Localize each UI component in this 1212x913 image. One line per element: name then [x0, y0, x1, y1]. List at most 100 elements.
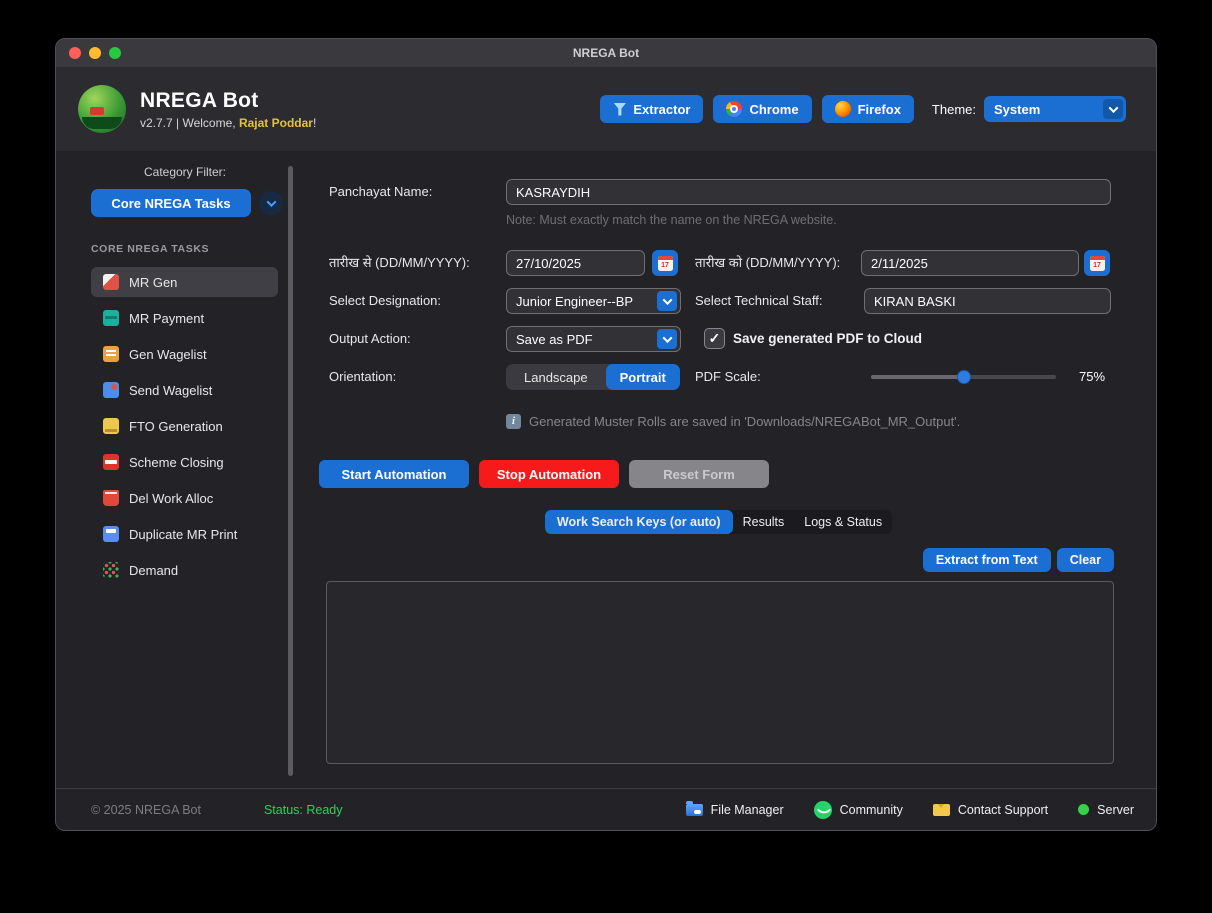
- close-window-button[interactable]: [69, 47, 81, 59]
- extractor-button[interactable]: Extractor: [600, 95, 704, 123]
- date-from-label: तारीख से (DD/MM/YYYY):: [329, 255, 470, 270]
- chevron-down-icon: [657, 329, 677, 349]
- copyright-text: © 2025 NREGA Bot: [91, 802, 201, 817]
- app-logo-icon: [78, 85, 126, 133]
- pdf-scale-slider[interactable]: [871, 364, 1056, 390]
- chrome-button[interactable]: Chrome: [713, 95, 812, 123]
- info-icon: i: [506, 414, 521, 429]
- date-to-input[interactable]: [861, 250, 1079, 276]
- firefox-button[interactable]: Firefox: [821, 95, 914, 123]
- tab-work-search-keys[interactable]: Work Search Keys (or auto): [544, 510, 733, 534]
- contact-support-label: Contact Support: [957, 802, 1049, 817]
- technical-staff-input[interactable]: [864, 288, 1111, 314]
- panchayat-note: Note: Must exactly match the name on the…: [506, 213, 837, 227]
- theme-label: Theme:: [931, 101, 976, 117]
- save-to-cloud-checkbox[interactable]: ✓: [704, 328, 725, 349]
- welcome-suffix: !: [312, 115, 317, 130]
- calendar-icon: [1089, 255, 1105, 271]
- date-from-calendar-button[interactable]: [652, 250, 678, 276]
- extractor-icon: [613, 102, 627, 116]
- minimize-window-button[interactable]: [89, 47, 101, 59]
- stop-automation-button[interactable]: Stop Automation: [479, 460, 619, 488]
- orientation-label: Orientation:: [329, 369, 397, 384]
- clear-button[interactable]: Clear: [1056, 548, 1114, 572]
- theme-select[interactable]: System: [984, 96, 1126, 122]
- footer-links: File Manager Community Contact Support S…: [685, 800, 1134, 819]
- theme-selected-value: System: [994, 101, 1041, 117]
- slider-thumb[interactable]: [956, 370, 971, 384]
- extract-from-text-button[interactable]: Extract from Text: [922, 548, 1051, 572]
- chrome-icon: [726, 101, 743, 117]
- firefox-icon: [834, 101, 851, 117]
- sidebar-item-label: FTO Generation: [129, 418, 223, 434]
- tab-logs-status[interactable]: Logs & Status: [794, 510, 892, 534]
- community-link[interactable]: Community: [813, 800, 903, 819]
- sidebar-item-scheme-closing[interactable]: Scheme Closing: [91, 447, 278, 477]
- fto-generation-icon: [103, 418, 119, 434]
- date-to-calendar-button[interactable]: [1084, 250, 1110, 276]
- status-text: Status: Ready: [263, 802, 343, 817]
- folder-icon: [685, 800, 703, 816]
- save-to-cloud-label: Save generated PDF to Cloud: [733, 331, 923, 346]
- gen-wagelist-icon: [103, 346, 119, 362]
- pdf-scale-label: PDF Scale:: [695, 369, 761, 384]
- technical-staff-label: Select Technical Staff:: [695, 293, 823, 308]
- whatsapp-icon: [813, 800, 832, 819]
- sidebar-item-del-work-alloc[interactable]: Del Work Alloc: [91, 483, 278, 513]
- server-status-dot: [1078, 804, 1090, 815]
- panchayat-name-input[interactable]: [506, 179, 1111, 205]
- sidebar-item-mr-gen[interactable]: MR Gen: [91, 267, 278, 297]
- sidebar-item-fto-generation[interactable]: FTO Generation: [91, 411, 278, 441]
- sidebar-item-mr-payment[interactable]: MR Payment: [91, 303, 278, 333]
- workspace-tabs: Work Search Keys (or auto) Results Logs …: [544, 510, 893, 534]
- zoom-window-button[interactable]: [109, 47, 121, 59]
- panchayat-name-label: Panchayat Name:: [329, 184, 433, 199]
- landscape-option[interactable]: Landscape: [506, 364, 606, 390]
- tab-results[interactable]: Results: [733, 510, 795, 534]
- send-wagelist-icon: [103, 382, 119, 398]
- designation-select[interactable]: Junior Engineer--BP: [506, 288, 681, 314]
- date-from-input[interactable]: [506, 250, 645, 276]
- footer: © 2025 NREGA Bot Status: Ready File Mana…: [56, 788, 1156, 830]
- work-search-keys-textarea[interactable]: [326, 581, 1114, 764]
- sidebar-scrollbar[interactable]: [288, 166, 293, 776]
- sidebar-item-send-wagelist[interactable]: Send Wagelist: [91, 375, 278, 405]
- portrait-option[interactable]: Portrait: [605, 364, 680, 390]
- firefox-button-label: Firefox: [857, 101, 901, 117]
- file-manager-link[interactable]: File Manager: [685, 800, 784, 817]
- sidebar-item-label: Send Wagelist: [129, 382, 213, 398]
- app-window: NREGA Bot NREGA Bot v2.7.7 | Welcome, Ra…: [55, 38, 1157, 831]
- slider-fill: [871, 375, 964, 379]
- orientation-segmented-control: Landscape Portrait: [506, 364, 680, 390]
- mr-gen-icon: [103, 274, 119, 290]
- app-subtitle: v2.7.7 | Welcome, Rajat Poddar!: [140, 116, 316, 130]
- scheme-closing-icon: [103, 454, 119, 470]
- file-manager-label: File Manager: [710, 802, 784, 817]
- sidebar-item-duplicate-mr-print[interactable]: Duplicate MR Print: [91, 519, 278, 549]
- output-action-select[interactable]: Save as PDF: [506, 326, 681, 352]
- sidebar-item-label: Duplicate MR Print: [129, 526, 238, 542]
- server-label: Server: [1097, 802, 1134, 817]
- category-filter-value: Core NREGA Tasks: [91, 189, 251, 217]
- contact-support-link[interactable]: Contact Support: [932, 802, 1049, 817]
- content-area: Category Filter: Core NREGA Tasks CORE N…: [56, 151, 1156, 788]
- printer-icon: [103, 526, 119, 542]
- sidebar-item-label: Demand: [129, 562, 179, 578]
- window-controls: [56, 47, 121, 59]
- community-label: Community: [839, 802, 903, 817]
- designation-label: Select Designation:: [329, 293, 442, 308]
- designation-selected-value: Junior Engineer--BP: [516, 293, 634, 309]
- main-panel: Panchayat Name: Note: Must exactly match…: [301, 151, 1136, 788]
- output-action-selected-value: Save as PDF: [516, 331, 593, 347]
- mail-icon: [932, 803, 950, 816]
- category-filter-select[interactable]: Core NREGA Tasks: [91, 189, 283, 217]
- sidebar-item-label: Scheme Closing: [129, 454, 224, 470]
- window-title: NREGA Bot: [572, 46, 640, 60]
- chevron-down-icon: [657, 291, 677, 311]
- sidebar-item-demand[interactable]: Demand: [91, 555, 278, 585]
- start-automation-button[interactable]: Start Automation: [319, 460, 469, 488]
- sidebar-item-gen-wagelist[interactable]: Gen Wagelist: [91, 339, 278, 369]
- reset-form-button[interactable]: Reset Form: [629, 460, 769, 488]
- sidebar-item-label: Gen Wagelist: [129, 346, 207, 362]
- sidebar-item-label: MR Payment: [129, 310, 205, 326]
